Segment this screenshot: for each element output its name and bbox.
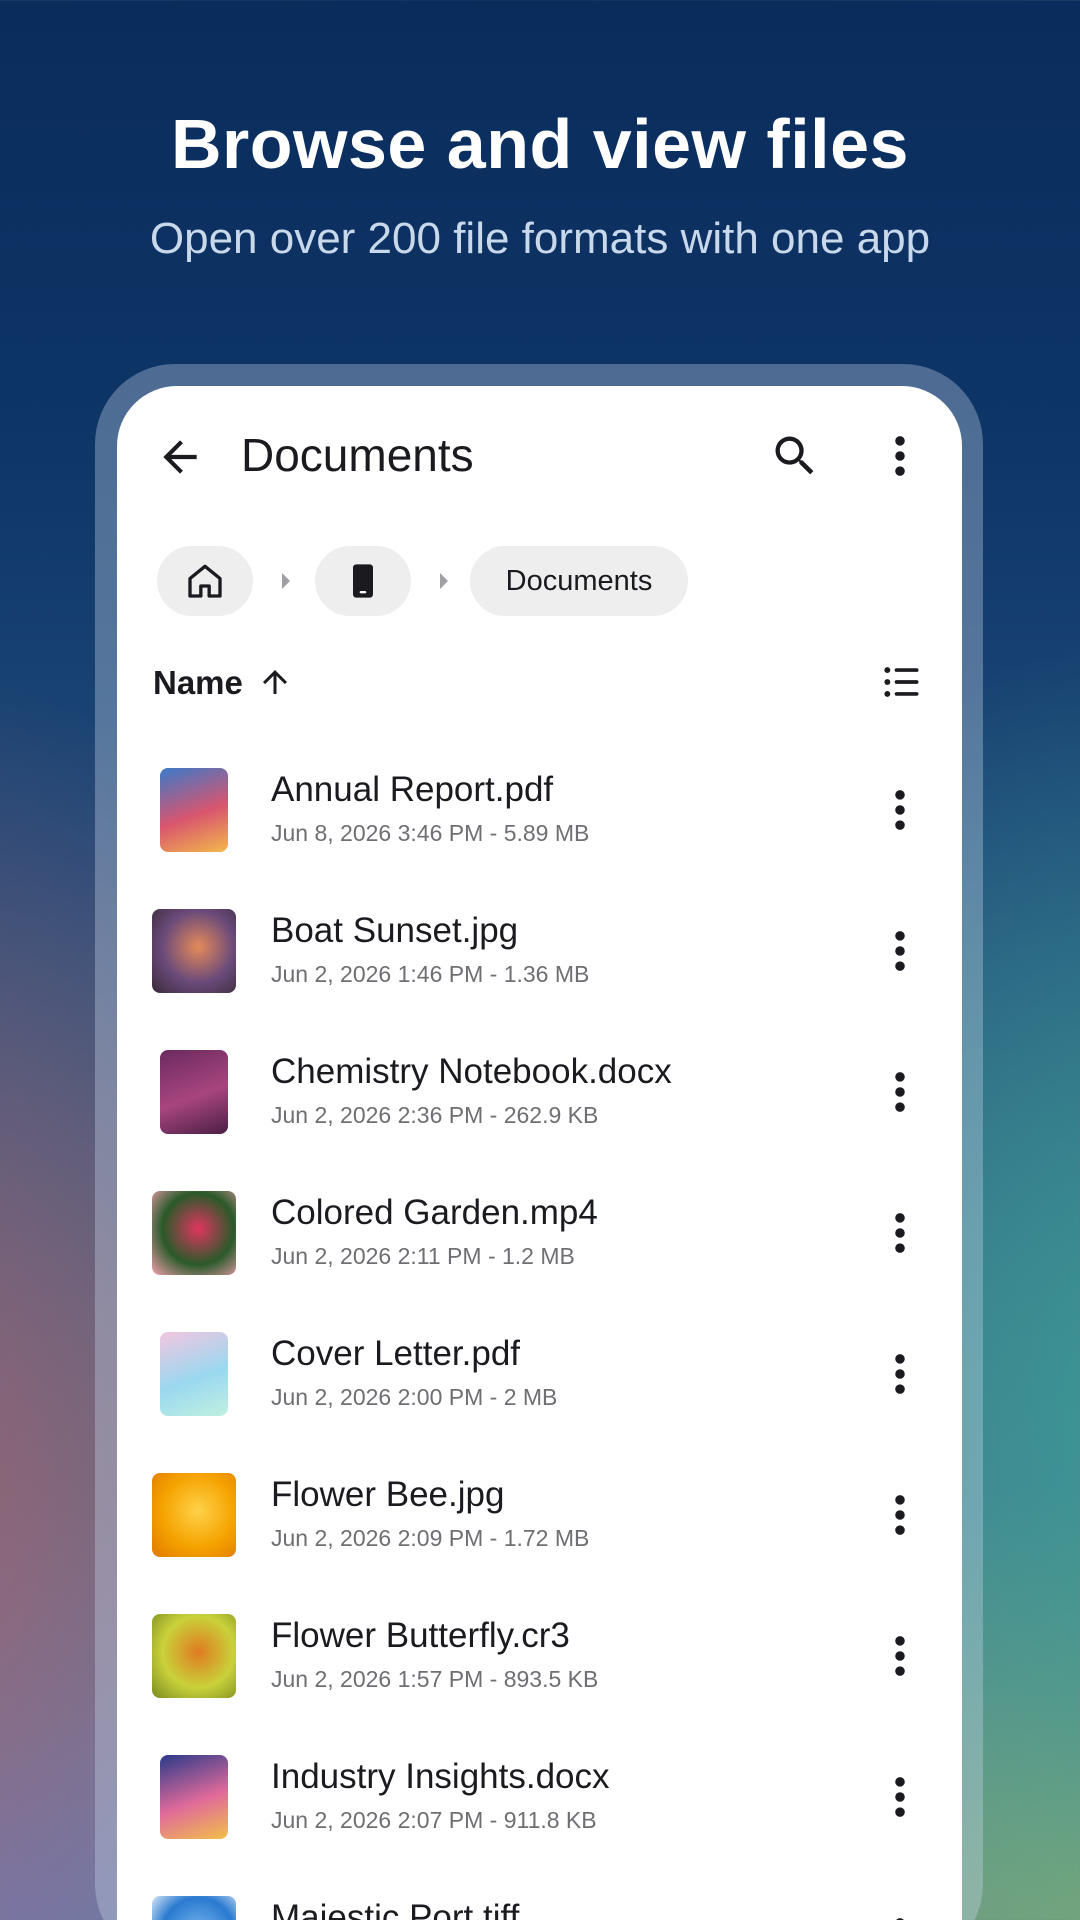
file-thumbnail [160, 1050, 228, 1134]
chevron-right-icon [282, 573, 290, 589]
file-meta: Jun 2, 2026 1:46 PM - 1.36 MB [271, 961, 590, 987]
list-item[interactable]: Chemistry Notebook.docx Jun 2, 2026 2:36 … [117, 1022, 962, 1163]
list-item[interactable]: Colored Garden.mp4 Jun 2, 2026 2:11 PM - … [117, 1163, 962, 1304]
file-meta: Jun 2, 2026 1:57 PM - 893.5 KB [271, 1666, 599, 1692]
file-name: Boat Sunset.jpg [271, 911, 519, 950]
breadcrumb-device[interactable] [315, 546, 411, 616]
more-vert-icon [895, 931, 905, 971]
promo-subline: Open over 200 file formats with one app [149, 214, 931, 263]
file-thumbnail [152, 1896, 236, 1920]
file-thumbnail [160, 1332, 228, 1416]
file-more-button[interactable] [880, 784, 920, 836]
more-options-button[interactable] [880, 430, 920, 482]
file-thumbnail [152, 1473, 236, 1557]
page-title: Documents [241, 429, 474, 481]
file-more-button[interactable] [880, 1630, 920, 1682]
breadcrumb-current[interactable]: Documents [470, 546, 688, 616]
breadcrumb-home[interactable] [157, 546, 253, 616]
breadcrumb-current-label: Documents [505, 564, 653, 597]
more-vert-icon [895, 1213, 905, 1253]
more-vert-icon [895, 1354, 905, 1394]
file-name: Flower Bee.jpg [271, 1475, 505, 1514]
search-icon [775, 436, 814, 475]
list-view-icon [884, 667, 919, 697]
file-name: Annual Report.pdf [271, 770, 554, 809]
list-item[interactable]: Cover Letter.pdf Jun 2, 2026 2:00 PM - 2 … [117, 1304, 962, 1445]
phone-icon [353, 564, 373, 598]
file-more-button[interactable] [880, 1207, 920, 1259]
file-name: Chemistry Notebook.docx [271, 1052, 672, 1091]
more-vert-icon [895, 1072, 905, 1112]
file-meta: Jun 2, 2026 2:07 PM - 911.8 KB [271, 1807, 597, 1833]
list-item[interactable]: Flower Bee.jpg Jun 2, 2026 2:09 PM - 1.72… [117, 1445, 962, 1586]
file-more-button[interactable] [880, 1771, 920, 1823]
chevron-right-icon [440, 573, 448, 589]
more-vert-icon [895, 436, 905, 476]
file-meta: Jun 2, 2026 2:36 PM - 262.9 KB [271, 1102, 599, 1128]
sort-bar: Name [117, 656, 962, 716]
sort-by-name-button[interactable]: Name [153, 664, 243, 702]
more-vert-icon [895, 1495, 905, 1535]
file-meta: Jun 2, 2026 2:00 PM - 2 MB [271, 1384, 558, 1410]
back-button[interactable] [155, 432, 205, 482]
home-icon [188, 564, 222, 598]
file-more-button[interactable] [880, 1912, 920, 1920]
file-name: Flower Butterfly.cr3 [271, 1616, 570, 1655]
file-thumbnail [160, 768, 228, 852]
more-vert-icon [895, 790, 905, 830]
file-thumbnail [152, 1614, 236, 1698]
file-more-button[interactable] [880, 1348, 920, 1400]
file-more-button[interactable] [880, 1066, 920, 1118]
file-thumbnail [152, 1191, 236, 1275]
search-button[interactable] [769, 430, 821, 482]
file-meta: Jun 2, 2026 2:11 PM - 1.2 MB [271, 1243, 575, 1269]
promo-headline: Browse and view files [171, 105, 909, 183]
breadcrumb: Documents [157, 546, 937, 616]
file-thumbnail [160, 1755, 228, 1839]
file-thumbnail [152, 909, 236, 993]
file-name: Industry Insights.docx [271, 1757, 610, 1796]
app-screen: Documents Documents Name Annual Report.p… [117, 386, 962, 1920]
more-vert-icon [895, 1777, 905, 1817]
file-more-button[interactable] [880, 1489, 920, 1541]
file-name: Majestic Port.tiff [271, 1898, 520, 1920]
file-list: Annual Report.pdf Jun 8, 2026 3:46 PM - 5… [117, 740, 962, 1920]
file-name: Colored Garden.mp4 [271, 1193, 598, 1232]
list-item[interactable]: Annual Report.pdf Jun 8, 2026 3:46 PM - 5… [117, 740, 962, 881]
list-item[interactable]: Boat Sunset.jpg Jun 2, 2026 1:46 PM - 1.3… [117, 881, 962, 1022]
more-vert-icon [896, 1918, 904, 1920]
list-item[interactable]: Flower Butterfly.cr3 Jun 2, 2026 1:57 PM … [117, 1586, 962, 1727]
arrow-up-icon[interactable] [257, 662, 293, 702]
app-bar: Documents [117, 386, 962, 526]
list-item[interactable]: Industry Insights.docx Jun 2, 2026 2:07 P… [117, 1727, 962, 1868]
back-arrow-icon [163, 440, 197, 474]
list-item[interactable]: Majestic Port.tiff [117, 1868, 962, 1920]
view-mode-button[interactable] [880, 660, 924, 704]
file-name: Cover Letter.pdf [271, 1334, 521, 1373]
file-meta: Jun 2, 2026 2:09 PM - 1.72 MB [271, 1525, 590, 1551]
more-vert-icon [895, 1636, 905, 1676]
file-meta: Jun 8, 2026 3:46 PM - 5.89 MB [271, 820, 590, 846]
file-more-button[interactable] [880, 925, 920, 977]
